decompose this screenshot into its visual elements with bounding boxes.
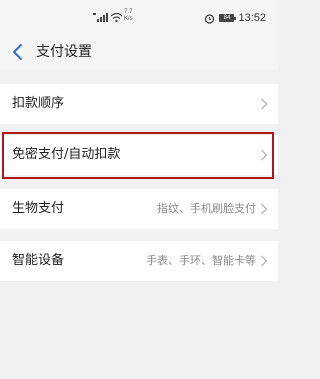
battery-icon: 84 [219, 14, 237, 22]
chevron-right-icon [261, 255, 268, 267]
network-speed-value: 7.7 [124, 9, 133, 15]
chevron-right-icon [261, 203, 268, 215]
row-label: 扣款顺序 [12, 96, 65, 111]
row-value: 手表、手环、智能卡等 [146, 254, 256, 267]
network-speed-unit: K/s [124, 16, 133, 22]
alarm-icon [205, 13, 215, 24]
chevron-right-icon [261, 98, 268, 110]
row-password-free-payment[interactable]: 免密支付/自动扣款 [0, 135, 278, 175]
row-label: 智能设备 [12, 253, 65, 268]
row-smart-devices[interactable]: 智能设备 手表、手环、智能卡等 [0, 241, 278, 281]
row-label: 免密支付/自动扣款 [12, 147, 121, 162]
empty-area [0, 281, 278, 379]
status-right: 84 13:52 [204, 12, 266, 24]
row-biometric-payment[interactable]: 生物支付 指纹、手机刷脸支付 [0, 189, 278, 229]
row-deduction-order[interactable]: 扣款顺序 [0, 84, 278, 124]
header: 支付设置 [0, 34, 278, 70]
page-title: 支付设置 [36, 44, 92, 60]
clock-time: 13:52 [238, 12, 266, 24]
back-arrow-icon[interactable] [8, 42, 28, 62]
row-value: 指纹、手机刷脸支付 [157, 202, 256, 215]
status-bar: 7.7 K/s 84 13:52 [0, 0, 278, 34]
network-speed: 7.7 K/s [124, 9, 133, 23]
row-label: 生物支付 [12, 201, 65, 216]
chevron-right-icon [261, 149, 268, 161]
battery-level: 84 [223, 15, 231, 21]
